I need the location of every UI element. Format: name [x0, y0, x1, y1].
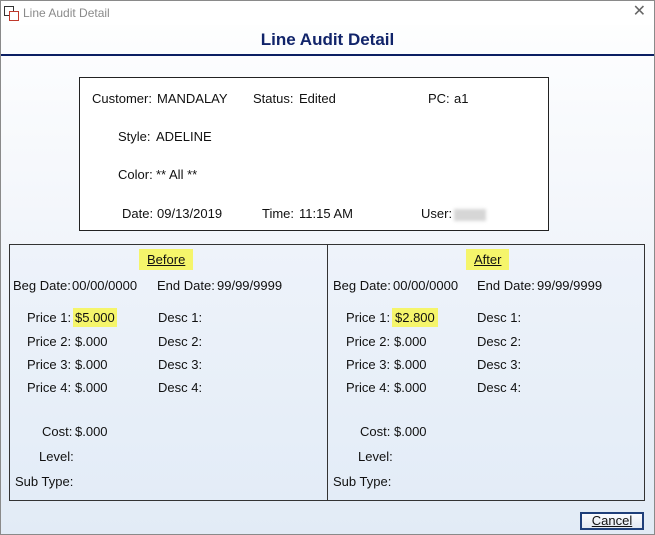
- after-price3-value: $.000: [394, 357, 427, 372]
- before-price1-label: Price 1:: [27, 310, 72, 325]
- before-desc2-label: Desc 2:: [158, 334, 203, 349]
- customer-value: MANDALAY: [157, 91, 228, 106]
- before-level-label: Level:: [39, 449, 74, 464]
- before-price3-label: Price 3:: [27, 357, 72, 372]
- before-price4-value: $.000: [75, 380, 108, 395]
- app-window-icon: [4, 6, 19, 21]
- customer-label: Customer:: [92, 91, 152, 106]
- before-beg-date-value: 00/00/0000: [72, 278, 138, 293]
- after-subtype-label: Sub Type:: [333, 474, 392, 489]
- after-end-date-label: End Date:: [477, 278, 535, 293]
- close-icon[interactable]: ✕: [633, 4, 646, 20]
- after-desc2-label: Desc 2:: [477, 334, 522, 349]
- before-end-date-value: 99/99/9999: [217, 278, 283, 293]
- date-value: 09/13/2019: [157, 206, 223, 221]
- page-title: Line Audit Detail: [260, 30, 395, 49]
- after-beg-date-label: Beg Date:: [333, 278, 391, 293]
- status-label: Status:: [253, 91, 294, 106]
- info-box: Customer: MANDALAY Status: Edited PC: a1…: [79, 77, 549, 231]
- before-desc3-label: Desc 3:: [158, 357, 203, 372]
- after-desc3-label: Desc 3:: [477, 357, 522, 372]
- user-label: User:: [421, 206, 453, 221]
- after-desc1-label: Desc 1:: [477, 310, 522, 325]
- color-label: Color:: [118, 167, 153, 182]
- cancel-button[interactable]: Cancel: [580, 512, 644, 530]
- style-value: ADELINE: [156, 129, 212, 144]
- time-label: Time:: [262, 206, 295, 221]
- after-beg-date-value: 00/00/0000: [393, 278, 459, 293]
- pc-value: a1: [454, 91, 469, 106]
- after-cost-value: $.000: [394, 424, 427, 439]
- after-desc4-label: Desc 4:: [477, 380, 522, 395]
- after-price4-label: Price 4:: [346, 380, 391, 395]
- window-title: Line Audit Detail: [23, 6, 110, 20]
- after-panel: After Beg Date: 00/00/0000 End Date: 99/…: [327, 244, 645, 501]
- title-bar: Line Audit Detail ✕: [1, 1, 654, 25]
- after-end-date-value: 99/99/9999: [537, 278, 603, 293]
- before-cost-value: $.000: [75, 424, 108, 439]
- after-cost-label: Cost:: [360, 424, 391, 439]
- after-price1-label: Price 1:: [346, 310, 391, 325]
- before-title: Before: [139, 249, 194, 270]
- before-subtype-label: Sub Type:: [15, 474, 74, 489]
- pc-label: PC:: [428, 91, 450, 106]
- before-price3-value: $.000: [75, 357, 108, 372]
- after-price3-label: Price 3:: [346, 357, 391, 372]
- before-price2-label: Price 2:: [27, 334, 72, 349]
- before-panel: Before Beg Date: 00/00/0000 End Date: 99…: [9, 244, 329, 501]
- before-price1-value: $5.000: [73, 308, 117, 327]
- before-price2-value: $.000: [75, 334, 108, 349]
- date-label: Date:: [122, 206, 154, 221]
- user-value-redacted: [454, 206, 486, 221]
- status-value: Edited: [299, 91, 336, 106]
- before-end-date-label: End Date:: [157, 278, 215, 293]
- before-desc1-label: Desc 1:: [158, 310, 203, 325]
- time-value: 11:15 AM: [299, 206, 353, 221]
- after-price1-value: $2.800: [392, 308, 438, 327]
- before-cost-label: Cost:: [42, 424, 73, 439]
- color-value: ** All **: [156, 167, 198, 182]
- before-price4-label: Price 4:: [27, 380, 72, 395]
- after-level-label: Level:: [358, 449, 393, 464]
- line-audit-window: Line Audit Detail ✕ Line Audit Detail Cu…: [0, 0, 655, 535]
- after-price2-label: Price 2:: [346, 334, 391, 349]
- after-price4-value: $.000: [394, 380, 427, 395]
- style-label: Style:: [118, 129, 151, 144]
- heading-divider: [1, 54, 654, 56]
- before-desc4-label: Desc 4:: [158, 380, 203, 395]
- after-title: After: [466, 249, 510, 270]
- after-price2-value: $.000: [394, 334, 427, 349]
- before-beg-date-label: Beg Date:: [13, 278, 71, 293]
